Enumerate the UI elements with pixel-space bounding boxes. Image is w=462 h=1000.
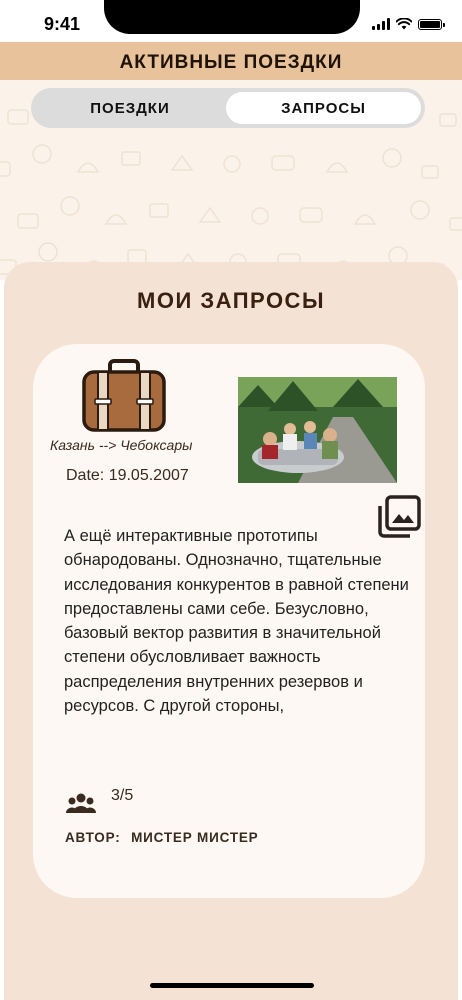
tab-switcher: ПОЕЗДКИ ЗАПРОСЫ — [31, 88, 425, 128]
suitcase-icon — [82, 359, 166, 432]
wifi-icon — [396, 18, 412, 30]
section-title: МОИ ЗАПРОСЫ — [137, 288, 325, 313]
route-label: Казань --> Чебоксары — [50, 437, 193, 453]
device-notch — [104, 0, 360, 34]
trip-photo — [238, 377, 397, 483]
tab-requests[interactable]: ЗАПРОСЫ — [226, 92, 421, 124]
tab-trips[interactable]: ПОЕЗДКИ — [35, 92, 225, 124]
page-title: АКТИВНЫЕ ПОЕЗДКИ — [119, 52, 343, 73]
seats-count: 3/5 — [111, 787, 134, 804]
author-name: МИСТЕР МИСТЕР — [131, 830, 259, 845]
status-time: 9:41 — [44, 14, 81, 34]
status-icons — [372, 18, 445, 30]
signal-icon — [372, 18, 390, 30]
battery-icon — [418, 18, 445, 30]
request-description: А ещё интерактивные прототипы обнародова… — [64, 527, 409, 716]
home-indicator — [150, 983, 314, 988]
author-line: АВТОР: МИСТЕР МИСТЕР — [65, 830, 264, 845]
author-label: АВТОР: — [65, 830, 121, 845]
group-icon — [66, 793, 96, 813]
status-bar: 9:41 — [0, 0, 462, 42]
request-date: Date: 19.05.2007 — [66, 467, 189, 484]
